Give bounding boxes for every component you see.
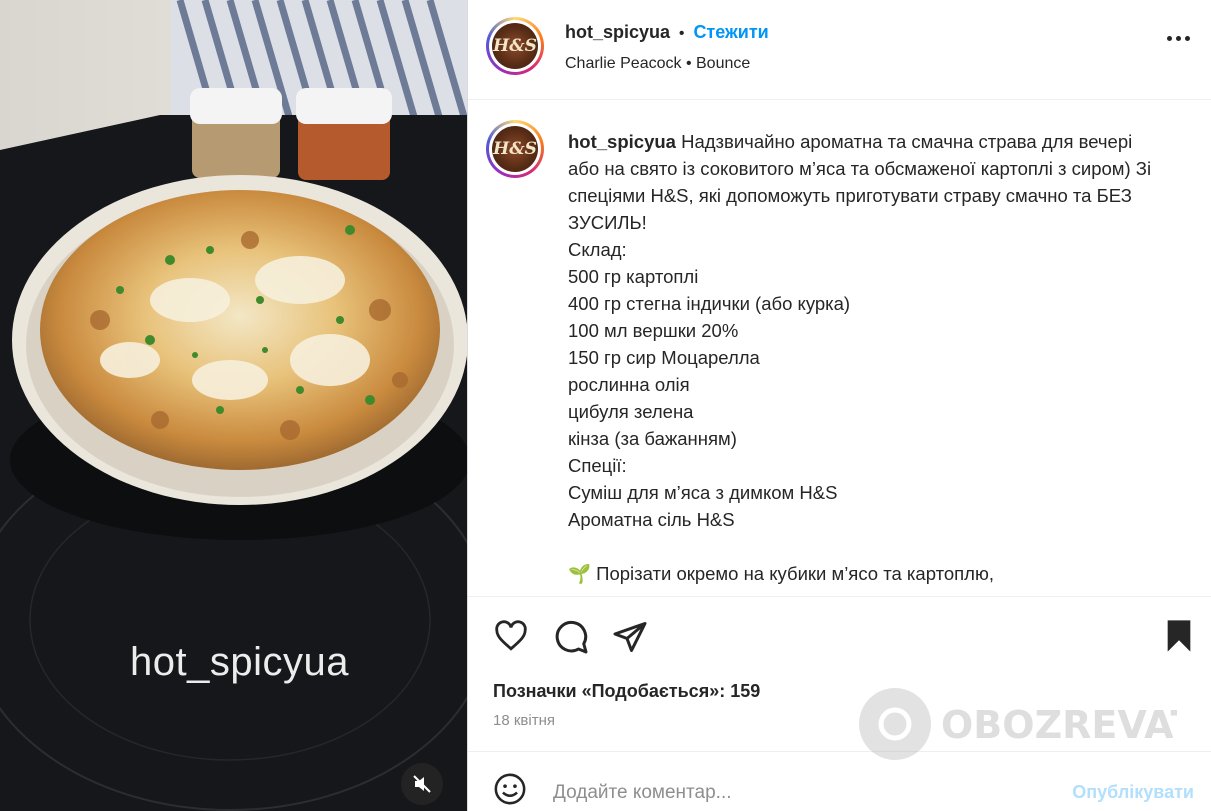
- likes-count[interactable]: Позначки «Подобається»: 159: [493, 681, 760, 702]
- post-username[interactable]: hot_spicyua: [565, 22, 670, 42]
- caption-area: H&S hot_spicyua Надзвичайно ароматна та …: [468, 100, 1211, 596]
- bookmark-icon[interactable]: [1164, 619, 1194, 653]
- caption-text: Надзвичайно ароматна та смачна страва дл…: [568, 131, 1152, 584]
- video-watermark: hot_spicyua: [130, 640, 349, 684]
- avatar-logo-text: H&S: [493, 139, 537, 159]
- audio-track: Bounce: [696, 55, 751, 72]
- heart-icon[interactable]: [493, 619, 529, 653]
- comment-input[interactable]: Додайте коментар...: [553, 782, 732, 804]
- share-icon[interactable]: [612, 619, 648, 655]
- avatar-logo-text: H&S: [493, 36, 537, 56]
- emoji-icon[interactable]: [493, 772, 527, 806]
- audio-artist: Charlie Peacock: [565, 55, 682, 72]
- post-media[interactable]: hot_spicyua: [0, 0, 467, 811]
- speaker-muted-icon: [413, 775, 431, 793]
- mute-button[interactable]: [401, 763, 443, 805]
- obozrevatel-watermark: OBOZREVATEL: [859, 688, 1177, 760]
- post-caption: hot_spicyua Надзвичайно ароматна та смач…: [568, 128, 1168, 587]
- caption-username[interactable]: hot_spicyua: [568, 131, 676, 152]
- post-header: H&S hot_spicyua • Стежити Charlie Peacoc…: [468, 0, 1211, 100]
- post-date[interactable]: 18 квітня: [493, 712, 555, 729]
- separator-dot: •: [674, 25, 689, 42]
- audio-info[interactable]: Charlie Peacock • Bounce: [565, 55, 750, 73]
- separator-dot: •: [685, 55, 696, 72]
- publish-button[interactable]: Опублікувати: [1072, 782, 1194, 803]
- avatar[interactable]: H&S: [486, 17, 544, 75]
- food-photo: [0, 0, 467, 811]
- caption-avatar[interactable]: H&S: [486, 120, 544, 178]
- follow-button[interactable]: Стежити: [693, 22, 768, 42]
- obozrevatel-brand-text: OBOZREVATEL: [941, 703, 1177, 747]
- more-options-icon[interactable]: [1167, 36, 1190, 41]
- comment-icon[interactable]: [553, 619, 589, 655]
